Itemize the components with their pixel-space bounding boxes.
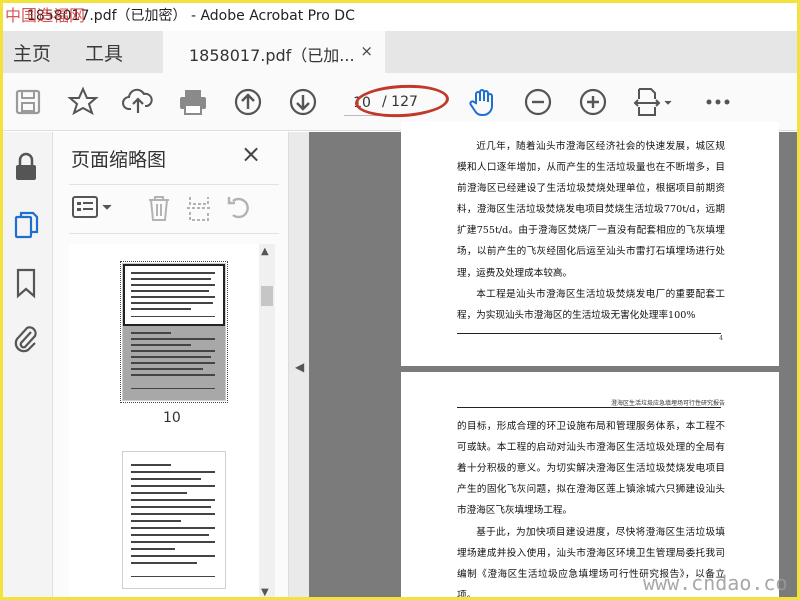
scroll-down-icon[interactable]: ▼ <box>261 587 269 597</box>
scroll-up-icon[interactable]: ▲ <box>261 246 269 257</box>
app-window: 1858017.pdf（已加密） - Adobe Acrobat Pro DC … <box>0 0 800 600</box>
bookmarks-icon[interactable] <box>11 266 41 300</box>
rotate-icon[interactable] <box>225 193 255 227</box>
bookmark-star-icon[interactable] <box>66 85 100 119</box>
more-icon[interactable] <box>701 85 735 119</box>
header-rule <box>457 407 721 408</box>
tab-bar: 主页 工具 1858017.pdf（已加... × <box>3 31 797 73</box>
panel-title: 页面缩略图 <box>71 149 167 171</box>
extract-icon[interactable] <box>185 193 213 227</box>
scrollbar-thumb[interactable] <box>261 286 273 306</box>
attachments-icon[interactable] <box>11 322 41 356</box>
document-page: 澄海区生活垃圾应急填埋场可行性研究报告 的目标，形成合理的环卫设施布局和管理服务… <box>401 372 779 597</box>
footer-rule <box>457 333 721 334</box>
tab-close-icon[interactable]: × <box>360 42 373 60</box>
document-page: 近几年，随着汕头市澄海区经济社会的快速发展，城区规模和人口逐年增加，从而产生的生… <box>401 122 779 366</box>
page-number: 4 <box>719 335 723 342</box>
cloud-upload-icon[interactable] <box>121 85 155 119</box>
thumbnail-page[interactable] <box>120 261 228 403</box>
page-up-icon[interactable] <box>231 85 265 119</box>
lock-icon[interactable] <box>11 150 41 184</box>
thumbnail-list[interactable]: 10 <box>69 244 269 597</box>
doc-paragraph: 的目标，形成合理的环卫设施布局和管理服务体系，本工程不可或缺。本工程的启动对汕头… <box>457 421 725 517</box>
fit-page-icon[interactable] <box>631 85 677 119</box>
page-down-icon[interactable] <box>286 85 320 119</box>
site-watermark-bottom: www.cndao.co <box>643 571 788 595</box>
site-watermark: 中国造福网 <box>5 6 86 25</box>
zoom-in-icon[interactable] <box>576 85 610 119</box>
doc-paragraph: 本工程是汕头市澄海区生活垃圾焚烧发电厂的重要配套工程，为实现汕头市澄海区的生活垃… <box>457 289 725 322</box>
tab-document[interactable]: 1858017.pdf（已加... × <box>163 31 385 73</box>
tab-document-label: 1858017.pdf（已加... <box>189 46 355 65</box>
page-header: 澄海区生活垃圾应急填埋场可行性研究报告 <box>610 400 725 407</box>
hand-tool-icon[interactable] <box>466 85 500 119</box>
page-thumbnails-icon[interactable] <box>11 208 41 242</box>
thumbnail-page-label: 10 <box>163 410 181 426</box>
thumbnail-scrollbar[interactable]: ▲ ▼ <box>259 244 275 597</box>
panel-collapse-handle[interactable]: ◀ <box>289 132 309 597</box>
title-bar: 1858017.pdf（已加密） - Adobe Acrobat Pro DC … <box>3 3 797 31</box>
doc-paragraph: 近几年，随着汕头市澄海区经济社会的快速发展，城区规模和人口逐年增加，从而产生的生… <box>457 141 725 279</box>
thumbnail-page[interactable] <box>123 452 225 588</box>
document-viewer[interactable]: 近几年，随着汕头市澄海区经济社会的快速发展，城区规模和人口逐年增加，从而产生的生… <box>309 122 797 597</box>
options-menu-icon[interactable] <box>71 193 117 227</box>
delete-icon[interactable] <box>145 193 173 227</box>
left-rail <box>3 132 53 597</box>
tab-tools[interactable]: 工具 <box>85 39 123 66</box>
tab-home[interactable]: 主页 <box>13 39 51 66</box>
thumbnail-panel: 页面缩略图 × 10 ▲ ▼ <box>53 132 289 597</box>
print-icon[interactable] <box>176 85 210 119</box>
zoom-out-icon[interactable] <box>521 85 555 119</box>
thumbnail-toolbar <box>69 184 279 234</box>
collapse-arrow-icon[interactable]: ◀ <box>295 360 304 374</box>
panel-close-icon[interactable]: × <box>241 140 261 168</box>
save-icon[interactable] <box>11 85 45 119</box>
